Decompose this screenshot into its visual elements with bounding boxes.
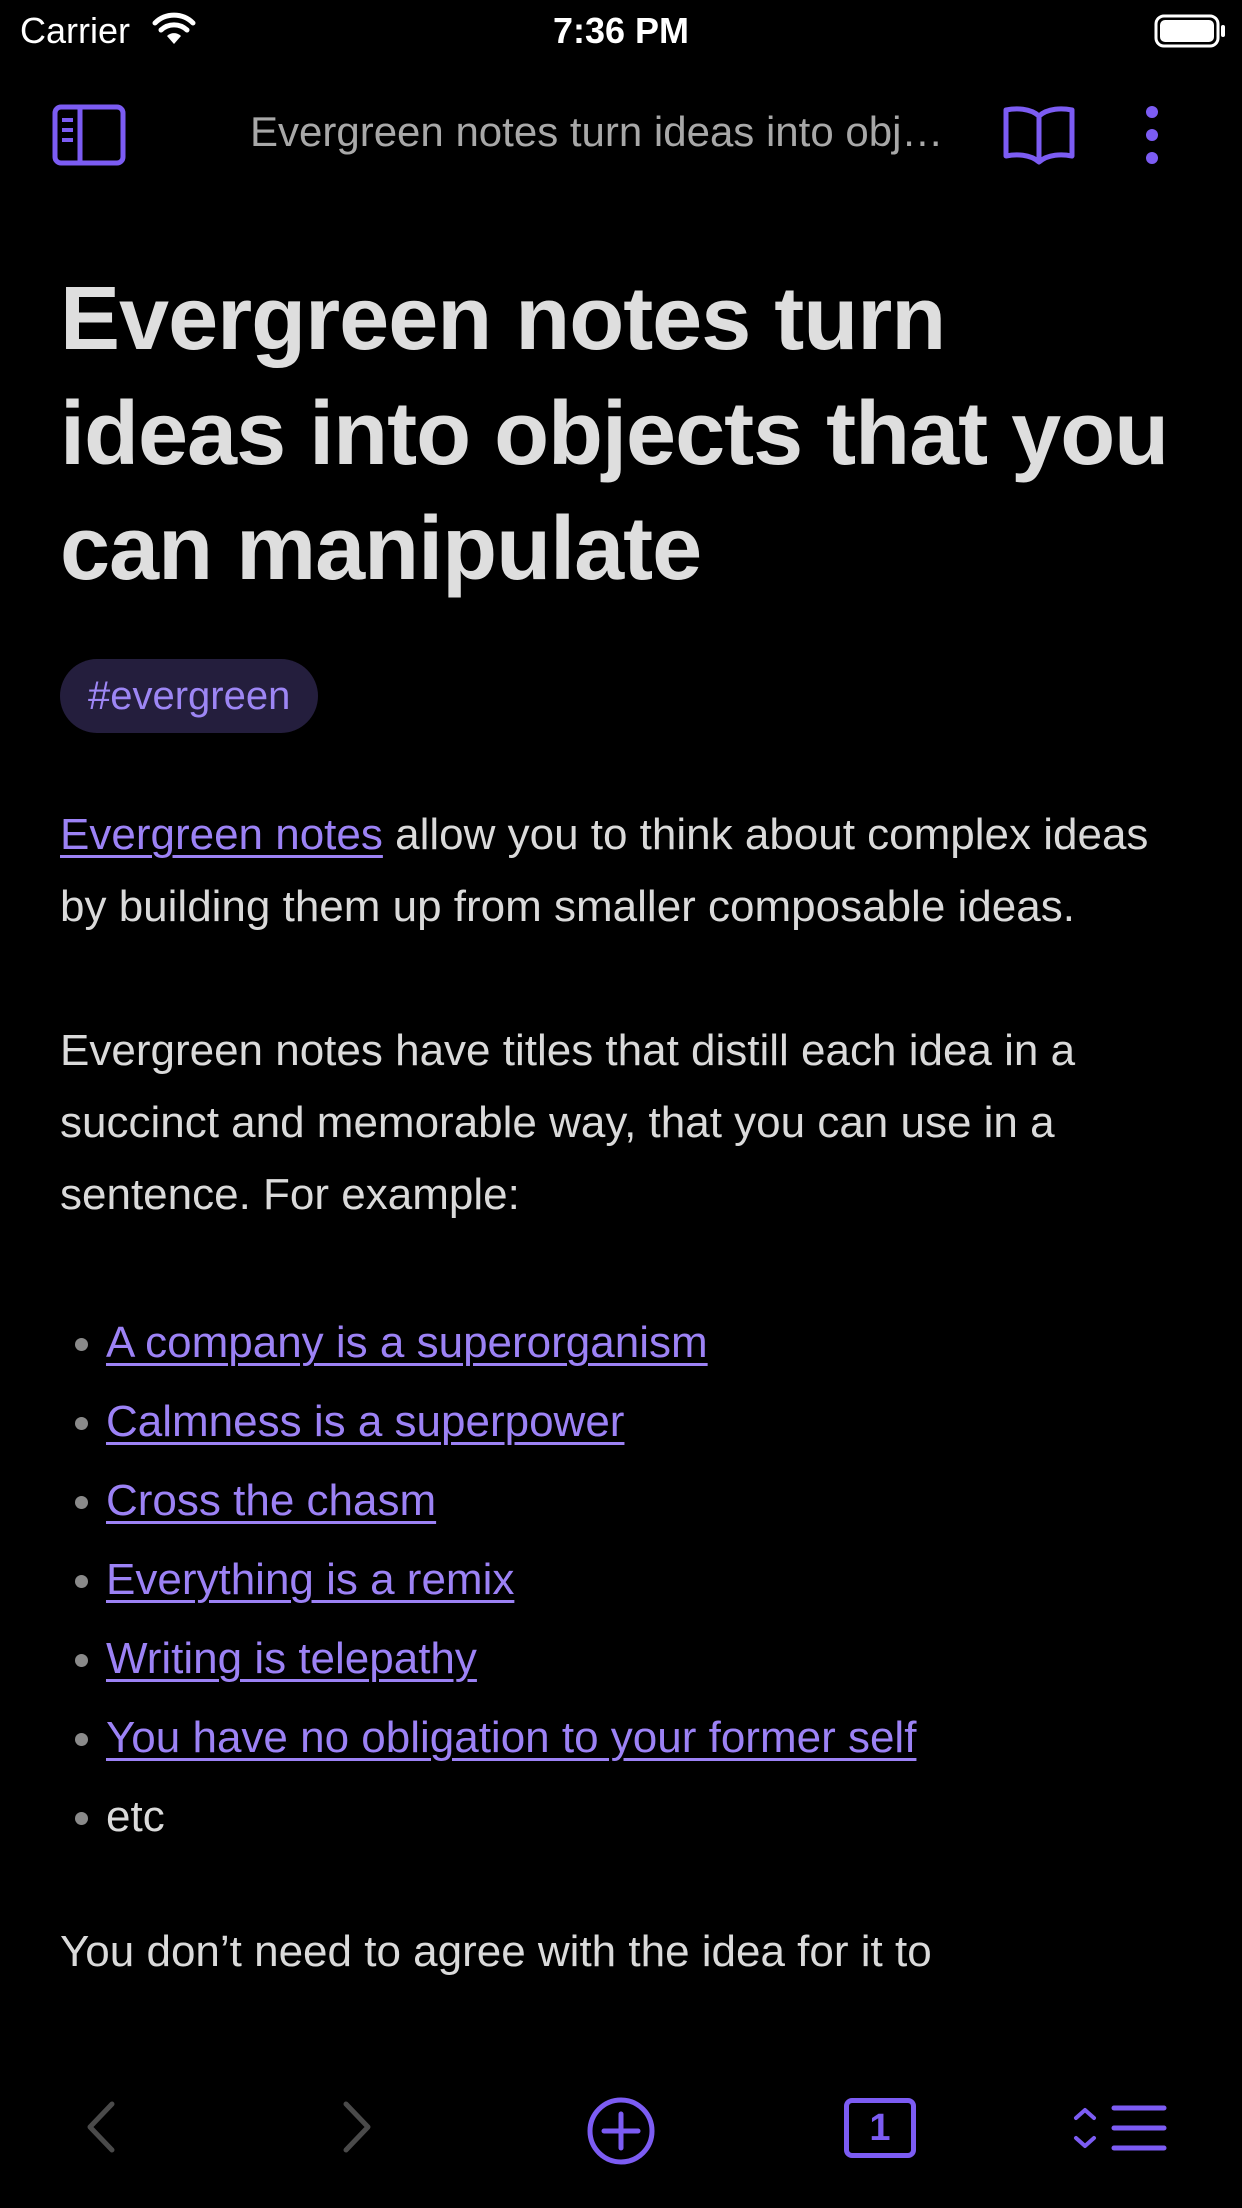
note-content[interactable]: Evergreen notes turn ideas into objects … xyxy=(60,262,1190,2047)
example-link[interactable]: You have no obligation to your former se… xyxy=(106,1713,916,1762)
list-item: You have no obligation to your former se… xyxy=(60,1698,1190,1777)
forward-chevron-icon[interactable] xyxy=(342,2100,372,2159)
menu-icon[interactable] xyxy=(1072,2104,1168,2157)
evergreen-notes-link[interactable]: Evergreen notes xyxy=(60,810,383,859)
sidebar-toggle-icon[interactable] xyxy=(52,104,126,171)
example-link[interactable]: Cross the chasm xyxy=(106,1476,436,1525)
plus-circle-icon[interactable] xyxy=(586,2096,656,2171)
list-item: etc xyxy=(60,1777,1190,1856)
status-bar: Carrier 7:36 PM xyxy=(0,0,1242,62)
bottom-toolbar: 1 xyxy=(0,2048,1242,2208)
clock: 7:36 PM xyxy=(552,10,690,51)
back-chevron-icon[interactable] xyxy=(86,2100,116,2159)
paragraph: Evergreen notes allow you to think about… xyxy=(60,799,1190,943)
tag-badge[interactable]: #evergreen xyxy=(60,659,319,733)
book-icon[interactable] xyxy=(1002,102,1076,173)
example-link[interactable]: Everything is a remix xyxy=(106,1555,514,1604)
battery-icon xyxy=(1154,14,1228,53)
list-item: Writing is telepathy xyxy=(60,1619,1190,1698)
examples-list: A company is a superorganism Calmness is… xyxy=(60,1303,1190,1856)
list-item: Cross the chasm xyxy=(60,1461,1190,1540)
page-title: Evergreen notes turn ideas into objects … xyxy=(60,269,1169,599)
paragraph: You don’t need to agree with the idea fo… xyxy=(60,1927,932,1976)
list-item: Calmness is a superpower xyxy=(60,1382,1190,1461)
tabs-count-button[interactable]: 1 xyxy=(844,2098,916,2158)
more-vertical-icon[interactable] xyxy=(1134,104,1170,171)
list-item: Everything is a remix xyxy=(60,1540,1190,1619)
list-item: A company is a superorganism xyxy=(60,1303,1190,1382)
example-link[interactable]: Writing is telepathy xyxy=(106,1634,477,1683)
example-link[interactable]: Calmness is a superpower xyxy=(106,1397,624,1446)
top-navigation-bar: Evergreen notes turn ideas into objects … xyxy=(0,96,1242,176)
paragraph: Evergreen notes have titles that distill… xyxy=(60,1026,1076,1219)
example-link[interactable]: A company is a superorganism xyxy=(106,1318,708,1367)
note-title-header: Evergreen notes turn ideas into objects … xyxy=(250,108,950,155)
